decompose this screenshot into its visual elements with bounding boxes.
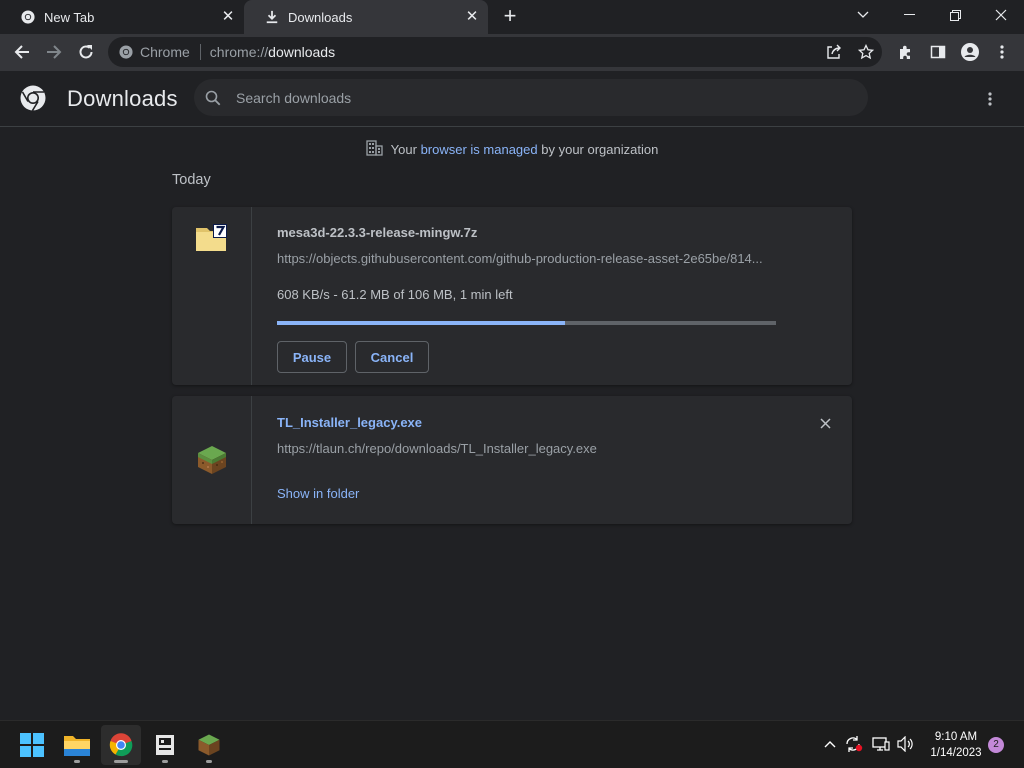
chrome-icon bbox=[20, 9, 36, 25]
grass-block-taskbar-icon[interactable] bbox=[189, 725, 229, 765]
tab-title: New Tab bbox=[44, 9, 95, 25]
share-icon[interactable] bbox=[822, 40, 846, 64]
sync-icon[interactable] bbox=[844, 734, 864, 754]
file-name-link[interactable]: TL_Installer_legacy.exe bbox=[277, 415, 422, 430]
clock-time: 9:10 AM bbox=[934, 731, 978, 743]
app-window-icon[interactable] bbox=[145, 725, 185, 765]
reload-icon[interactable] bbox=[74, 40, 98, 64]
7z-archive-icon bbox=[196, 224, 228, 257]
running-indicator bbox=[206, 760, 212, 763]
tab-strip: New Tab ✕ Downloads ✕ + bbox=[0, 0, 1024, 34]
menu-icon[interactable] bbox=[990, 40, 1014, 64]
managed-suffix: by your organization bbox=[541, 142, 659, 157]
forward-arrow-icon[interactable] bbox=[42, 40, 66, 64]
pause-button[interactable]: Pause bbox=[277, 341, 347, 373]
grass-block-icon bbox=[196, 444, 228, 481]
download-item: TL_Installer_legacy.exe https://tlaun.ch… bbox=[172, 396, 852, 524]
download-icon bbox=[264, 9, 280, 25]
volume-icon[interactable] bbox=[896, 734, 916, 754]
chevron-up-icon[interactable] bbox=[820, 734, 840, 754]
downloads-header: Downloads bbox=[0, 71, 1024, 127]
site-label: Chrome bbox=[140, 44, 190, 60]
file-url[interactable]: https://tlaun.ch/repo/downloads/TL_Insta… bbox=[277, 441, 597, 456]
managed-prefix: Your bbox=[390, 142, 417, 157]
active-indicator bbox=[114, 760, 128, 763]
restore-icon[interactable] bbox=[932, 0, 978, 30]
file-url[interactable]: https://objects.githubusercontent.com/gi… bbox=[277, 251, 763, 266]
url-scheme: chrome:// bbox=[209, 44, 269, 60]
file-icon-column bbox=[172, 396, 252, 524]
extensions-icon[interactable] bbox=[894, 40, 918, 64]
bookmark-star-icon[interactable] bbox=[854, 40, 878, 64]
progress-fill bbox=[277, 321, 565, 325]
file-icon-column bbox=[172, 207, 252, 385]
chrome-logo-icon bbox=[20, 85, 46, 111]
download-item: mesa3d-22.3.3-release-mingw.7z https://o… bbox=[172, 207, 852, 385]
chrome-site-icon[interactable] bbox=[119, 45, 133, 59]
notification-badge[interactable]: 2 bbox=[988, 737, 1004, 753]
browser-toolbar: Chrome chrome://downloads bbox=[0, 34, 1024, 71]
close-tab-icon[interactable]: ✕ bbox=[220, 9, 236, 25]
divider bbox=[199, 44, 201, 60]
more-actions-icon[interactable] bbox=[980, 87, 1000, 111]
download-status: 608 KB/s - 61.2 MB of 106 MB, 1 min left bbox=[277, 287, 513, 302]
running-indicator bbox=[74, 760, 80, 763]
clock[interactable]: 9:10 AM 1/14/2023 bbox=[924, 729, 988, 761]
side-panel-icon[interactable] bbox=[926, 40, 950, 64]
clock-date: 1/14/2023 bbox=[930, 747, 982, 759]
running-indicator bbox=[162, 760, 168, 763]
file-name: mesa3d-22.3.3-release-mingw.7z bbox=[277, 225, 478, 240]
managed-notice: Your browser is managed by your organiza… bbox=[0, 140, 1024, 159]
progress-bar bbox=[277, 321, 776, 325]
back-arrow-icon[interactable] bbox=[10, 40, 34, 64]
building-icon bbox=[366, 140, 383, 159]
address-bar[interactable]: Chrome chrome://downloads bbox=[108, 37, 882, 67]
tab-new-tab[interactable]: New Tab ✕ bbox=[0, 0, 244, 34]
cancel-button[interactable]: Cancel bbox=[355, 341, 429, 373]
new-tab-button[interactable]: + bbox=[498, 5, 522, 29]
date-heading: Today bbox=[172, 172, 211, 188]
page-title: Downloads bbox=[67, 86, 178, 111]
network-icon[interactable] bbox=[871, 734, 891, 754]
remove-close-icon[interactable] bbox=[816, 414, 834, 432]
file-explorer-icon[interactable] bbox=[57, 725, 97, 765]
tab-downloads[interactable]: Downloads ✕ bbox=[244, 0, 488, 34]
windows-taskbar: 9:10 AM 1/14/2023 2 bbox=[0, 720, 1024, 768]
windows-start-icon[interactable] bbox=[12, 725, 52, 765]
close-tab-icon[interactable]: ✕ bbox=[464, 9, 480, 25]
search-box[interactable] bbox=[194, 79, 868, 116]
minimize-icon[interactable] bbox=[886, 0, 932, 30]
tab-title: Downloads bbox=[288, 9, 353, 25]
url-host: downloads bbox=[268, 44, 336, 60]
close-window-icon[interactable] bbox=[978, 0, 1024, 30]
search-icon bbox=[204, 89, 222, 107]
show-in-folder-link[interactable]: Show in folder bbox=[277, 486, 359, 501]
tab-search-icon[interactable] bbox=[840, 0, 886, 30]
profile-icon[interactable] bbox=[958, 40, 982, 64]
search-input[interactable] bbox=[236, 89, 836, 106]
managed-link[interactable]: browser is managed bbox=[421, 142, 538, 157]
chrome-taskbar-icon[interactable] bbox=[101, 725, 141, 765]
